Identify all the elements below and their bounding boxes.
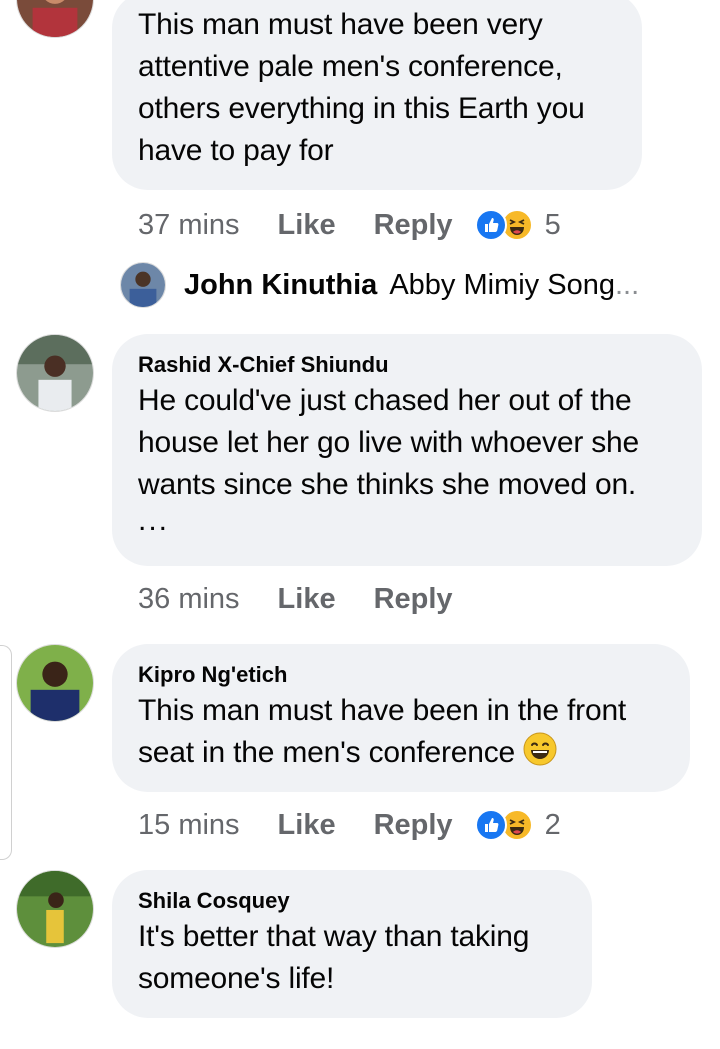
reply-author-name[interactable]: John Kinuthia — [184, 269, 377, 302]
reaction-count: 2 — [544, 808, 561, 841]
comment-actions: 15 mins Like Reply 2 — [138, 805, 561, 845]
like-button[interactable]: Like — [278, 809, 336, 842]
comment-text-line: wants since she thinks she moved on. — [138, 468, 637, 501]
side-panel-edge — [0, 645, 12, 860]
reply-button[interactable]: Reply — [374, 809, 453, 842]
like-button[interactable]: Like — [278, 209, 336, 242]
reply-snippet: Abby Mimiy Song — [389, 268, 615, 301]
commenter-avatar[interactable] — [16, 870, 94, 948]
comment-text-line: It's better that way than taking — [138, 920, 530, 953]
commenter-avatar[interactable] — [16, 644, 94, 722]
comment-bubble: Shila Cosquey It's better that way than … — [112, 870, 592, 1018]
like-button[interactable]: Like — [278, 583, 336, 616]
avatar-photo — [121, 263, 165, 307]
comment-text-line: others everything in this Earth you — [138, 92, 585, 125]
comment-actions: 37 mins Like Reply 5 — [138, 205, 561, 245]
comment-text-line: He could've just chased her out of the — [138, 384, 632, 417]
comment-text-line: someone's life! — [138, 962, 335, 995]
comment-timestamp[interactable]: 36 mins — [138, 583, 240, 616]
avatar-photo — [17, 0, 93, 37]
like-reaction-icon — [474, 209, 507, 241]
comment-author[interactable]: Shila Cosquey — [138, 886, 566, 916]
avatar-photo — [17, 645, 93, 721]
comment-actions: 36 mins Like Reply — [138, 579, 491, 619]
reply-button[interactable]: Reply — [374, 209, 453, 242]
comment-timestamp[interactable]: 15 mins — [138, 809, 240, 842]
reply-preview[interactable]: John Kinuthia Abby Mimiy Song ... — [120, 262, 639, 308]
reaction-count: 5 — [544, 208, 561, 241]
reaction-summary[interactable]: 5 — [474, 208, 561, 242]
comment-text-line: This man must have been in the front — [138, 694, 627, 727]
comment-timestamp[interactable]: 37 mins — [138, 209, 240, 242]
avatar-photo — [17, 871, 93, 947]
comment-text-line: attentive pale men's conference, — [138, 50, 563, 83]
comment-text-line: This man must have been very — [138, 8, 543, 41]
see-more-ellipsis[interactable]: ... — [138, 506, 676, 536]
comment-text-line: have to pay for — [138, 134, 334, 167]
reaction-summary[interactable]: 2 — [474, 808, 561, 842]
commenter-avatar[interactable] — [16, 334, 94, 412]
comment-author[interactable]: Kipro Ng'etich — [138, 660, 664, 690]
reply-ellipsis: ... — [614, 268, 640, 301]
comment-bubble: This man must have been very attentive p… — [112, 0, 642, 190]
avatar-photo — [17, 335, 93, 411]
comment-text-line: seat in the men's conference — [138, 736, 516, 769]
reply-avatar[interactable] — [120, 262, 166, 308]
comment-text-line-wrap: seat in the men's conference — [138, 732, 664, 774]
comment-text-line: house let her go live with whoever she — [138, 426, 640, 459]
grinning-emoji-icon — [523, 732, 557, 766]
reply-button[interactable]: Reply — [374, 583, 453, 616]
comment-author[interactable]: Rashid X-Chief Shiundu — [138, 350, 676, 380]
like-reaction-icon — [474, 809, 507, 841]
commenter-avatar[interactable] — [16, 0, 94, 38]
comment-bubble: Rashid X-Chief Shiundu He could've just … — [112, 334, 702, 566]
comment-bubble: Kipro Ng'etich This man must have been i… — [112, 644, 690, 792]
